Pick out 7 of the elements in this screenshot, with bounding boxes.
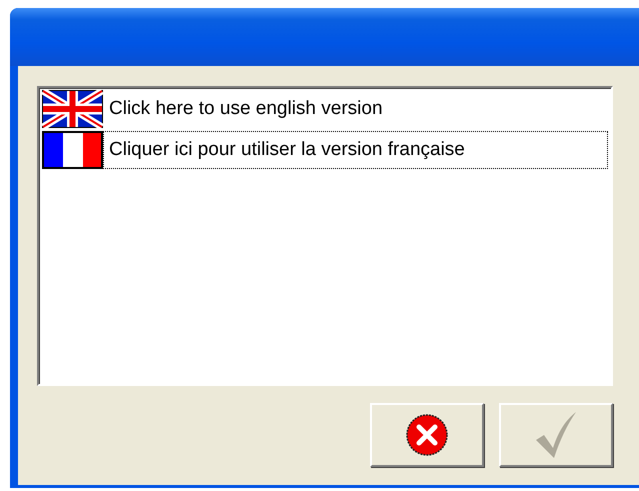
- checkmark-icon: [534, 410, 578, 460]
- language-option[interactable]: Click here to use english version: [103, 90, 608, 128]
- union-jack-flag-icon: [42, 90, 103, 128]
- cancel-button[interactable]: [370, 403, 484, 467]
- french-flag-icon: [42, 131, 103, 169]
- close-icon: [405, 413, 449, 457]
- language-option[interactable]: Cliquer ici pour utiliser la version française: [103, 131, 608, 169]
